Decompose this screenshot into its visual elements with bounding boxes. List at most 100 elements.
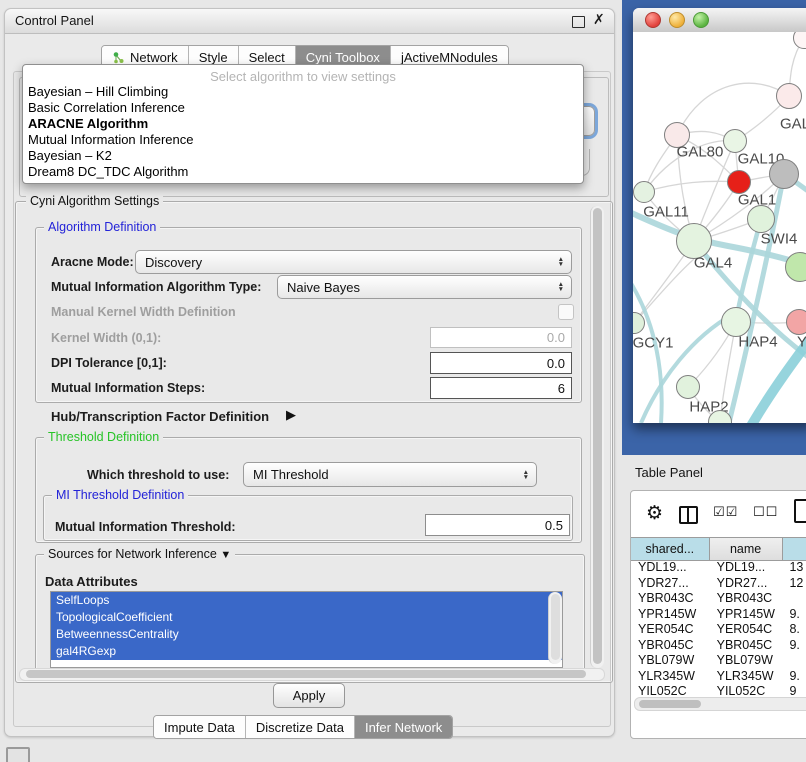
dropdown-item-basic-correlation-inference[interactable]: Basic Correlation Inference: [28, 100, 568, 116]
apply-button[interactable]: Apply: [273, 683, 345, 708]
column-header-shared-name[interactable]: shared...: [631, 538, 710, 560]
which-threshold-combo[interactable]: MI Threshold ▲▼: [243, 462, 537, 487]
attr-list-scrollbar[interactable]: [548, 592, 562, 664]
which-threshold-value: MI Threshold: [253, 467, 329, 482]
control-panel-titlebar[interactable]: Control Panel ✗: [5, 9, 614, 34]
minimize-traffic-light[interactable]: [669, 12, 685, 28]
column-header-name[interactable]: name: [710, 538, 783, 560]
threshold-definition-title: Threshold Definition: [44, 430, 163, 444]
network-node-hap2[interactable]: [676, 375, 700, 399]
dpi-tolerance-label: DPI Tolerance [0,1]:: [51, 356, 167, 370]
bottom-tab-bar: Impute DataDiscretize Data Infer Network: [153, 715, 453, 739]
tab-discretize-data[interactable]: Discretize Data: [246, 716, 355, 738]
table-row[interactable]: YIL052CYIL052C9: [631, 684, 806, 695]
table-cell: YLR345W: [710, 669, 783, 685]
dropdown-item-mutual-information-inference[interactable]: Mutual Information Inference: [28, 132, 568, 148]
algorithm-dropdown: Select algorithm to view settingsBayesia…: [22, 64, 584, 184]
dpi-tolerance-field[interactable]: 0.0: [430, 352, 572, 374]
attribute-item-topologicalcoefficient[interactable]: TopologicalCoefficient: [51, 609, 562, 626]
deselect-all-checkboxes-icon[interactable]: ☐☐: [753, 504, 778, 520]
collapsed-panel-button[interactable]: [6, 747, 30, 762]
dropdown-item-aracne-algorithm[interactable]: ARACNE Algorithm: [28, 116, 568, 132]
tab-label: jActiveMNodules: [401, 50, 498, 65]
network-node[interactable]: [747, 205, 775, 233]
gear-icon[interactable]: ⚙: [646, 502, 663, 525]
network-node-y[interactable]: [786, 309, 806, 335]
aracne-mode-combo[interactable]: Discovery ▲▼: [135, 250, 572, 274]
table-cell: YBL079W: [631, 653, 710, 669]
network-node-gal[interactable]: [776, 83, 802, 109]
table-row[interactable]: YER054CYER054C8.: [631, 622, 806, 638]
hub-definition-label[interactable]: Hub/Transcription Factor Definition: [51, 409, 269, 424]
tab-label: Infer Network: [365, 720, 442, 735]
table-cell: 9: [782, 684, 806, 695]
table-cell: 9.: [782, 638, 806, 654]
algorithm-definition-title: Algorithm Definition: [44, 220, 160, 234]
tab-infer-network[interactable]: Infer Network: [355, 716, 452, 738]
tab-impute-data[interactable]: Impute Data: [154, 716, 246, 738]
screenshot-stage: Control Panel ✗ NetworkStyleSelectCyni T…: [0, 0, 806, 762]
settings-vertical-scrollbar[interactable]: [590, 206, 604, 668]
table-row[interactable]: YDR27...YDR27...12: [631, 576, 806, 592]
network-node-gal10[interactable]: [723, 129, 747, 153]
mi-type-value: Naive Bayes: [287, 280, 360, 295]
settings-horizontal-scrollbar[interactable]: [19, 668, 605, 681]
network-node[interactable]: [793, 32, 806, 49]
table-cell: 9.: [782, 607, 806, 623]
kernel-width-field[interactable]: 0.0: [430, 327, 572, 348]
dropdown-item-bayesian-hill-climbing[interactable]: Bayesian – Hill Climbing: [28, 84, 568, 100]
dropdown-item-dream8-dc-tdc-algorithm[interactable]: Dream8 DC_TDC Algorithm: [28, 164, 568, 180]
node-label-gal11: GAL11: [643, 204, 689, 221]
mi-threshold-field[interactable]: 0.5: [425, 514, 570, 536]
select-all-checkboxes-icon[interactable]: ☑☑: [713, 504, 738, 520]
network-node[interactable]: [769, 159, 799, 189]
table-cell: YDL19...: [710, 560, 783, 576]
table-cell: YER054C: [710, 622, 783, 638]
table-cell: YPR145W: [710, 607, 783, 623]
node-label-gal4: GAL4: [694, 255, 732, 272]
network-window: GALGAL80GAL10GAL1GAL11SWI4GAL4GCY1HAP4YH…: [633, 8, 806, 423]
table-row[interactable]: YPR145WYPR145W9.: [631, 607, 806, 623]
data-attributes-list[interactable]: SelfLoopsTopologicalCoefficientBetweenne…: [50, 591, 563, 668]
table-cell: [782, 591, 806, 607]
table-horizontal-scrollbar[interactable]: [634, 697, 806, 711]
network-node-gal1[interactable]: [727, 170, 751, 194]
collapse-arrow-icon[interactable]: ▶: [286, 407, 296, 423]
column-header-partial[interactable]: [783, 538, 806, 560]
table-row[interactable]: YDL19...YDL19...13: [631, 560, 806, 576]
table-row[interactable]: YBR045CYBR045C9.: [631, 638, 806, 654]
table-row[interactable]: YBL079WYBL079W: [631, 653, 806, 669]
mi-type-label: Mutual Information Algorithm Type:: [51, 280, 261, 294]
mi-type-combo[interactable]: Naive Bayes ▲▼: [277, 275, 572, 299]
close-icon[interactable]: ✗: [593, 11, 605, 28]
network-node-swi4[interactable]: [785, 252, 806, 282]
mi-steps-field[interactable]: 6: [430, 377, 572, 399]
network-node-gal11[interactable]: [633, 181, 655, 203]
document-icon[interactable]: [794, 499, 806, 523]
node-label-y: Y: [797, 334, 806, 351]
close-traffic-light[interactable]: [645, 12, 661, 28]
table-row[interactable]: YBR043CYBR043C: [631, 591, 806, 607]
network-node-gcy1[interactable]: [633, 312, 645, 334]
manual-kernel-checkbox[interactable]: [558, 304, 574, 320]
split-columns-icon[interactable]: [679, 506, 698, 524]
attribute-item-selfloops[interactable]: SelfLoops: [51, 592, 562, 609]
node-label-gal80: GAL80: [677, 144, 724, 161]
network-canvas[interactable]: GALGAL80GAL10GAL1GAL11SWI4GAL4GCY1HAP4YH…: [633, 32, 806, 423]
network-node-hap4[interactable]: [721, 307, 751, 337]
attribute-item-gal4rgexp[interactable]: gal4RGexp: [51, 643, 562, 660]
table-cell: YPR145W: [631, 607, 710, 623]
table-cell: YBR043C: [710, 591, 783, 607]
table-panel-title: Table Panel: [635, 465, 703, 480]
data-attributes-label: Data Attributes: [45, 574, 138, 589]
dropdown-item-bayesian-k2[interactable]: Bayesian – K2: [28, 148, 568, 164]
table-row[interactable]: YLR345WYLR345W9.: [631, 669, 806, 685]
combo-arrows-icon: ▲▼: [523, 470, 529, 480]
network-window-titlebar[interactable]: [633, 8, 806, 33]
node-label-gal: GAL: [780, 116, 806, 133]
zoom-traffic-light[interactable]: [693, 12, 709, 28]
expand-arrow-icon[interactable]: ▼: [220, 549, 231, 561]
attribute-item-betweennesscentrality[interactable]: BetweennessCentrality: [51, 626, 562, 643]
float-window-icon[interactable]: [572, 16, 585, 28]
node-label-swi4: SWI4: [761, 231, 798, 248]
